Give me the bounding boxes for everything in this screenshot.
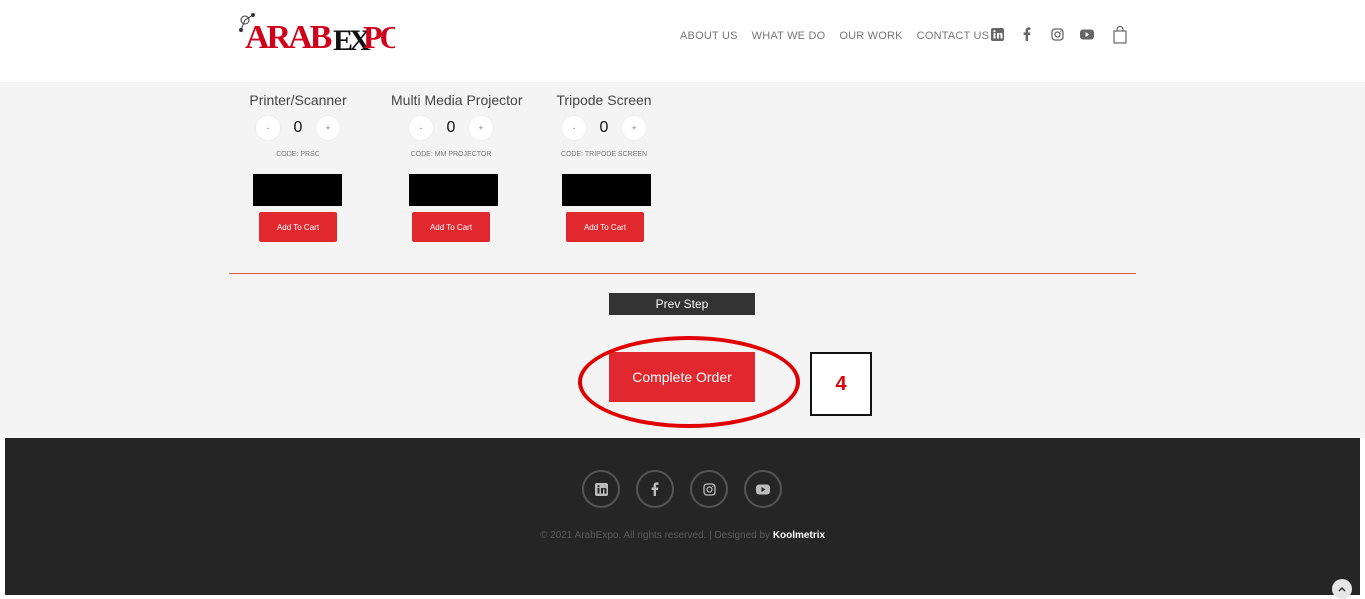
quantity-value[interactable]: 0 xyxy=(598,119,610,137)
increase-button[interactable]: + xyxy=(469,116,493,140)
quantity-stepper: - 0 + xyxy=(391,116,511,140)
nav-contact-us[interactable]: CONTACT US xyxy=(917,30,990,42)
instagram-icon[interactable] xyxy=(690,470,728,508)
site-footer: © 2021 ArabExpo. All rights reserved. | … xyxy=(5,438,1360,599)
quantity-stepper: - 0 + xyxy=(238,116,358,140)
increase-button[interactable]: + xyxy=(316,116,340,140)
designer-link[interactable]: Koolmetrix xyxy=(773,530,825,541)
step-number-callout: 4 xyxy=(810,352,872,416)
prev-step-button[interactable]: Prev Step xyxy=(609,293,755,315)
decrease-button[interactable]: - xyxy=(409,116,433,140)
section-divider xyxy=(229,273,1136,274)
facebook-icon[interactable] xyxy=(1020,27,1034,41)
instagram-icon[interactable] xyxy=(1050,27,1064,41)
quantity-stepper: - 0 + xyxy=(544,116,664,140)
product-title: Multi Media Projector xyxy=(391,92,523,108)
site-header: ARAB EX PO ABOUT US WHAT WE DO OUR WORK … xyxy=(0,0,1365,82)
svg-text:PO: PO xyxy=(363,19,395,54)
scroll-to-top-button[interactable] xyxy=(1332,579,1352,599)
redacted-image xyxy=(253,174,342,206)
quantity-value[interactable]: 0 xyxy=(292,119,304,137)
facebook-icon[interactable] xyxy=(636,470,674,508)
product-tripode-screen: Tripode Screen - 0 + CODE: TRIPODE SCREE… xyxy=(544,92,664,158)
increase-button[interactable]: + xyxy=(622,116,646,140)
highlight-ellipse xyxy=(578,336,800,428)
add-to-cart-button[interactable]: Add To Cart xyxy=(412,212,490,242)
product-code: CODE: TRIPODE SCREEN xyxy=(560,151,648,158)
quantity-value[interactable]: 0 xyxy=(445,119,457,137)
linkedin-icon[interactable] xyxy=(582,470,620,508)
nav-our-work[interactable]: OUR WORK xyxy=(839,30,902,42)
nav-about-us[interactable]: ABOUT US xyxy=(680,30,738,42)
decrease-button[interactable]: - xyxy=(256,116,280,140)
product-title: Tripode Screen xyxy=(556,92,652,108)
redacted-image xyxy=(562,174,651,206)
chevron-up-icon xyxy=(1338,586,1346,592)
svg-text:ARAB: ARAB xyxy=(245,19,332,54)
footer-social xyxy=(582,470,782,508)
order-content: Printer/Scanner - 0 + CODE: PRSC Add To … xyxy=(0,82,1365,438)
header-social xyxy=(990,27,1094,41)
youtube-icon[interactable] xyxy=(744,470,782,508)
add-to-cart-button[interactable]: Add To Cart xyxy=(566,212,644,242)
product-printer-scanner: Printer/Scanner - 0 + CODE: PRSC xyxy=(238,92,358,158)
product-code: CODE: MM PROJECTOR xyxy=(410,151,492,158)
shopping-bag-icon[interactable] xyxy=(1113,25,1127,44)
copyright-text: © 2021 ArabExpo. All rights reserved. | … xyxy=(5,530,1360,541)
product-multi-media-projector: Multi Media Projector - 0 + CODE: MM PRO… xyxy=(391,92,523,158)
linkedin-icon[interactable] xyxy=(990,27,1004,41)
youtube-icon[interactable] xyxy=(1080,27,1094,41)
main-nav: ABOUT US WHAT WE DO OUR WORK CONTACT US xyxy=(680,30,989,42)
redacted-image xyxy=(409,174,498,206)
arabexpo-logo[interactable]: ARAB EX PO xyxy=(235,10,407,57)
product-code: CODE: PRSC xyxy=(276,151,320,158)
copyright-label: © 2021 ArabExpo. All rights reserved. | … xyxy=(539,530,773,541)
add-to-cart-button[interactable]: Add To Cart xyxy=(259,212,337,242)
decrease-button[interactable]: - xyxy=(562,116,586,140)
nav-what-we-do[interactable]: WHAT WE DO xyxy=(752,30,826,42)
product-title: Printer/Scanner xyxy=(249,92,347,108)
